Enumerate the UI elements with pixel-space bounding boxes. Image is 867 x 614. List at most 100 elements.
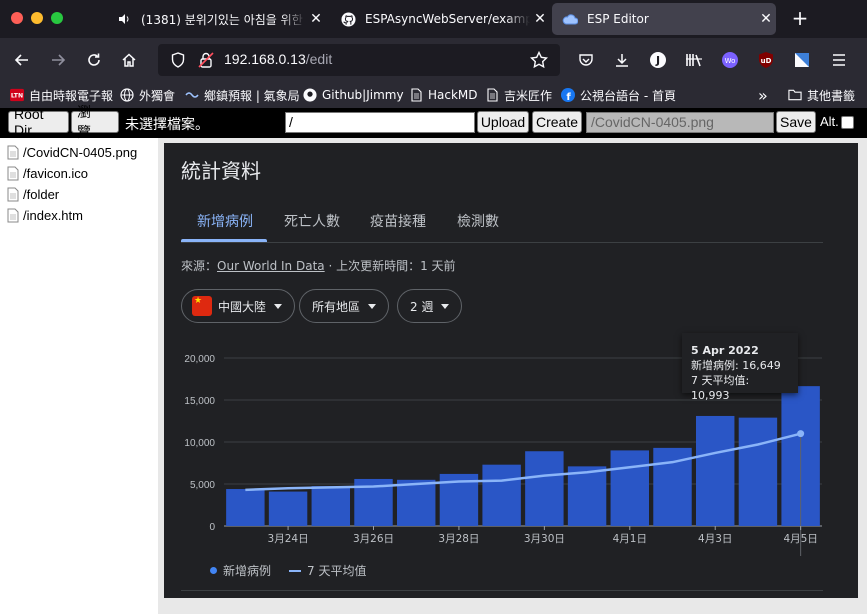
reload-icon [88, 53, 100, 66]
minimize-window-button[interactable] [31, 12, 43, 24]
x-tick-label: 4月1日 [613, 533, 647, 545]
extension-j-icon[interactable]: J [646, 48, 670, 72]
bookmark-item[interactable]: Github|Jimmy [303, 86, 404, 104]
caret-down-icon [274, 303, 283, 309]
other-bookmarks-folder[interactable]: 其他書籤 [788, 86, 855, 104]
close-tab-button[interactable]: ✕ [530, 11, 550, 27]
extension-blue-icon[interactable] [790, 48, 814, 72]
x-tick-label: 3月28日 [438, 533, 479, 545]
area-dropdown[interactable]: 所有地區 [299, 289, 390, 323]
tab-vaccinations[interactable]: 疫苗接種 [370, 211, 426, 231]
tab-esp-editor[interactable]: ESP Editor ✕ [552, 3, 776, 35]
tab-title: (1381) 분위기있는 아침을 위한 힐링음악 [141, 12, 306, 27]
legend-label: 7 天平均值 [307, 564, 367, 578]
forward-button[interactable] [46, 48, 70, 72]
github-icon [340, 11, 356, 27]
root-dir-button[interactable]: Root Dir [8, 106, 69, 138]
file-tree-item[interactable]: /index.htm [0, 205, 158, 226]
bookmark-star-icon[interactable] [529, 50, 549, 73]
bookmark-label: 吉米匠作 [504, 88, 553, 103]
reload-button[interactable] [82, 48, 106, 72]
downloads-icon[interactable] [610, 48, 634, 72]
source-link[interactable]: Our World In Data [217, 259, 325, 273]
speaker-icon[interactable] [116, 11, 132, 27]
file-name: /index.htm [23, 208, 83, 223]
bar [738, 417, 778, 526]
close-tab-button[interactable]: ✕ [306, 11, 326, 27]
path-input[interactable]: / [285, 112, 475, 133]
ltn-icon: LTN [10, 88, 24, 102]
maximize-window-button[interactable] [51, 12, 63, 24]
bookmarks-overflow-button[interactable]: » [758, 86, 768, 105]
bookmark-label: Github|Jimmy [322, 88, 404, 102]
bar [567, 466, 607, 526]
alt-checkbox[interactable] [841, 116, 854, 129]
file-tree-item[interactable]: /CovidCN-0405.png [0, 142, 158, 163]
insecure-lock-icon[interactable] [198, 51, 214, 73]
bottom-divider [181, 590, 823, 591]
svg-text:J: J [655, 54, 660, 67]
file-icon [7, 187, 19, 202]
library-icon[interactable] [682, 48, 706, 72]
bookmarks-toolbar: LTN 自由時報電子報 外獨會 鄉鎮預報 | 氣象局 Github|Jimmy … [0, 82, 867, 108]
tab-deaths[interactable]: 死亡人數 [284, 211, 340, 231]
bookmark-label: 鄉鎮預報 | 氣象局 [204, 88, 300, 103]
new-tab-button[interactable]: + [788, 6, 812, 30]
bookmark-item[interactable]: 吉米匠作 [485, 86, 552, 104]
bookmark-item[interactable]: f 公視台語台 - 首頁 [561, 86, 676, 104]
chart-tooltip: 5 Apr 2022 新增病例: 16,649 7 天平均值: 10,993 [682, 333, 798, 402]
bookmark-item[interactable]: 鄉鎮預報 | 氣象局 [185, 86, 300, 104]
filename-input[interactable]: /CovidCN-0405.png [586, 112, 774, 133]
china-flag-icon [192, 296, 212, 316]
bookmark-item[interactable]: 外獨會 [120, 86, 175, 104]
tab-tests[interactable]: 檢測數 [457, 211, 499, 231]
tab-github[interactable]: ESPAsyncWebServer/examples/ ✕ [332, 0, 550, 38]
pocket-icon[interactable] [574, 48, 598, 72]
bar [311, 486, 351, 526]
tab-new-cases[interactable]: 新增病例 [197, 211, 253, 231]
close-tab-button[interactable]: ✕ [756, 11, 776, 27]
github-icon [303, 88, 317, 102]
address-bar[interactable]: 192.168.0.13/edit [158, 44, 560, 76]
ublock-icon[interactable]: uD [754, 48, 778, 72]
chip-label: 所有地區 [312, 299, 361, 314]
upload-button[interactable]: Upload [477, 111, 529, 133]
menu-icon[interactable] [827, 48, 851, 72]
back-button[interactable] [10, 48, 34, 72]
shield-icon[interactable] [170, 52, 186, 72]
bookmark-label: 自由時報電子報 [29, 88, 114, 103]
tab-strip: (1381) 분위기있는 아침을 위한 힐링음악 ✕ ESPAsyncWebSe… [0, 0, 867, 38]
file-icon [7, 166, 19, 181]
bookmark-item[interactable]: HackMD [409, 86, 478, 104]
browse-button[interactable]: 瀏覽... [71, 104, 119, 140]
facebook-icon: f [561, 88, 575, 102]
tab-title: ESP Editor [587, 12, 649, 26]
close-window-button[interactable] [11, 12, 23, 24]
period-dropdown[interactable]: 2 週 [397, 289, 463, 323]
file-icon [7, 208, 19, 223]
bar [610, 450, 650, 526]
legend-dot [210, 567, 217, 574]
bar [268, 491, 308, 526]
extension-w-icon[interactable]: Wo [718, 48, 742, 72]
tab-title: ESPAsyncWebServer/examples/ [365, 12, 530, 26]
create-button[interactable]: Create [532, 111, 582, 133]
file-tree-item[interactable]: /favicon.ico [0, 163, 158, 184]
x-tick-label: 3月30日 [524, 533, 565, 545]
document-icon [485, 88, 499, 102]
svg-text:Wo: Wo [725, 57, 736, 65]
file-name: /favicon.ico [23, 166, 89, 181]
average-point [797, 430, 805, 438]
home-button[interactable] [117, 48, 141, 72]
save-button[interactable]: Save [776, 111, 816, 133]
navigation-toolbar: 192.168.0.13/edit J Wo uD [0, 38, 867, 82]
region-dropdown[interactable]: 中國大陸 [181, 289, 296, 323]
file-tree-item[interactable]: /folder [0, 184, 158, 205]
x-tick-label: 4月3日 [698, 533, 732, 545]
url-text[interactable]: 192.168.0.13/edit [224, 51, 332, 67]
bookmark-label: 其他書籤 [807, 88, 856, 103]
folder-icon [788, 88, 802, 102]
back-arrow-icon [14, 54, 28, 66]
file-name: /folder [23, 187, 60, 202]
tab-music[interactable]: (1381) 분위기있는 아침을 위한 힐링음악 ✕ [108, 0, 326, 38]
